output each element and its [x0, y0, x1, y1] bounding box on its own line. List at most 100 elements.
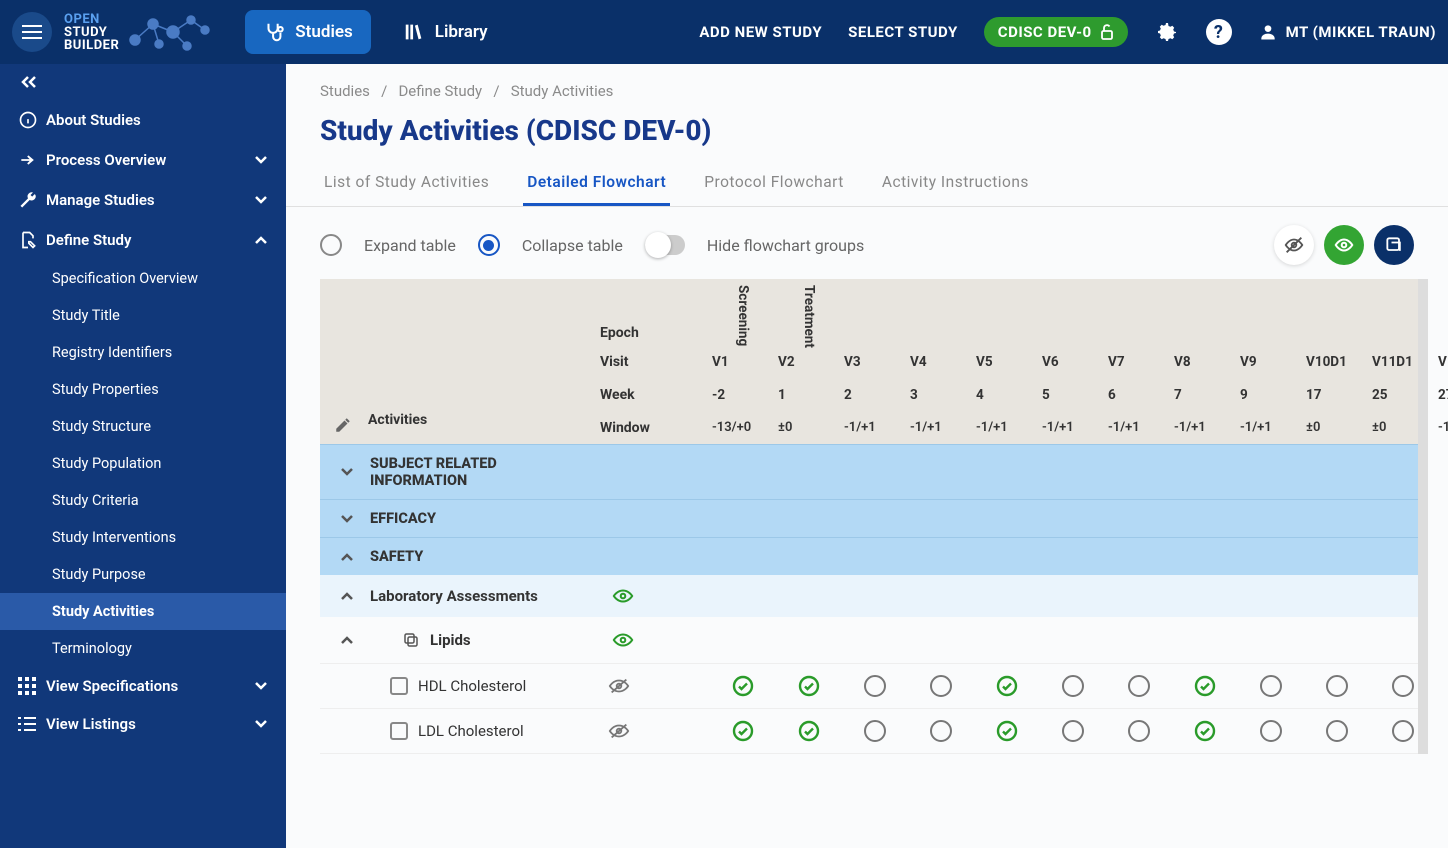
sidebar-collapse[interactable] — [0, 64, 286, 100]
top-actions: ADD NEW STUDY SELECT STUDY CDISC DEV-0 ?… — [699, 17, 1436, 47]
windows-header: -1/+1 — [1238, 411, 1304, 444]
sidebar-view-listings-label: View Listings — [46, 715, 136, 733]
add-new-study-link[interactable]: ADD NEW STUDY — [699, 23, 822, 41]
epoch-header: Screening — [710, 279, 776, 345]
visit-cell[interactable] — [1304, 720, 1370, 742]
visit-cell[interactable] — [1172, 719, 1238, 743]
visit-cell[interactable] — [1040, 720, 1106, 742]
sidebar-sub-item[interactable]: Study Title — [0, 297, 286, 334]
sidebar-define[interactable]: Define Study — [0, 220, 286, 260]
scrollbar[interactable] — [1418, 279, 1428, 754]
visit-cell[interactable] — [842, 720, 908, 742]
sidebar-sub-item[interactable]: Study Structure — [0, 408, 286, 445]
eye-off-icon[interactable] — [600, 722, 710, 740]
graph-icon — [125, 10, 215, 54]
sidebar-about[interactable]: About Studies — [0, 100, 286, 140]
activity-name: LDL Cholesterol — [418, 722, 524, 740]
breadcrumb-define[interactable]: Define Study — [398, 82, 482, 100]
epoch-header — [1172, 279, 1238, 345]
visit-cell[interactable] — [908, 675, 974, 697]
visit-cell[interactable] — [710, 674, 776, 698]
visit-cell[interactable] — [1304, 675, 1370, 697]
visit-cell[interactable] — [710, 719, 776, 743]
visit-cell[interactable] — [1238, 720, 1304, 742]
expand-label: Expand table — [364, 236, 456, 255]
select-study-link[interactable]: SELECT STUDY — [848, 23, 958, 41]
weeks-header: 9 — [1238, 378, 1304, 411]
chevron-down-icon — [254, 681, 268, 691]
logo[interactable]: OPEN STUDY BUILDER — [64, 10, 215, 54]
group-subject[interactable]: SUBJECT RELATED INFORMATION — [320, 444, 1428, 499]
visit-cell[interactable] — [1106, 675, 1172, 697]
sidebar-sub-item[interactable]: Registry Identifiers — [0, 334, 286, 371]
sidebar-sub-item[interactable]: Study Criteria — [0, 482, 286, 519]
wrench-icon — [18, 190, 46, 210]
sidebar-process[interactable]: Process Overview — [0, 140, 286, 180]
visit-cell[interactable] — [1436, 674, 1448, 698]
visit-cell[interactable] — [974, 719, 1040, 743]
sidebar-sub-item[interactable]: Study Interventions — [0, 519, 286, 556]
chevron-down-icon — [254, 719, 268, 729]
chevron-up-icon — [340, 591, 370, 601]
chevron-up-icon — [340, 635, 370, 645]
visit-cell[interactable] — [908, 720, 974, 742]
user-menu[interactable]: MT (MIKKEL TRAUN) — [1258, 22, 1436, 42]
breadcrumb-studies[interactable]: Studies — [320, 82, 370, 100]
sidebar-view-spec[interactable]: View Specifications — [0, 667, 286, 705]
sidebar-sub-item[interactable]: Study Population — [0, 445, 286, 482]
subgroup-lab[interactable]: Laboratory Assessments — [320, 575, 1428, 617]
copy-icon — [402, 631, 420, 649]
edit-icon[interactable] — [334, 416, 352, 434]
tab[interactable]: Activity Instructions — [878, 161, 1033, 206]
sidebar-view-listings[interactable]: View Listings — [0, 705, 286, 743]
sidebar-sub-item[interactable]: Specification Overview — [0, 260, 286, 297]
flowchart-table: ActivitiesEpochVisitWeekWindowScreeningT… — [320, 279, 1428, 754]
hide-all-button[interactable] — [1274, 225, 1314, 265]
visit-cell[interactable] — [1040, 675, 1106, 697]
visit-cell[interactable] — [842, 675, 908, 697]
visit-cell[interactable] — [1436, 719, 1448, 743]
table-controls: Expand table Collapse table Hide flowcha… — [286, 207, 1448, 279]
tab[interactable]: Protocol Flowchart — [700, 161, 848, 206]
sidebar: About Studies Process Overview Manage St… — [0, 64, 286, 848]
nav-library[interactable]: Library — [385, 10, 506, 54]
chevron-down-icon — [254, 195, 268, 205]
sidebar-sub-item[interactable]: Study Activities — [0, 593, 286, 630]
export-button[interactable] — [1374, 225, 1414, 265]
show-all-button[interactable] — [1324, 225, 1364, 265]
expand-radio[interactable] — [320, 234, 342, 256]
group-subject-label: SUBJECT RELATED INFORMATION — [370, 455, 570, 489]
visit-cell[interactable] — [776, 674, 842, 698]
help-button[interactable]: ? — [1206, 19, 1232, 45]
breadcrumb-activities[interactable]: Study Activities — [511, 82, 614, 100]
visit-cell[interactable] — [1238, 675, 1304, 697]
settings-button[interactable] — [1154, 19, 1180, 45]
visit-cell[interactable] — [1106, 720, 1172, 742]
checkbox[interactable] — [390, 677, 408, 695]
visit-cell[interactable] — [1172, 674, 1238, 698]
tab[interactable]: List of Study Activities — [320, 161, 493, 206]
activity-row: LDL Cholesterol — [320, 709, 1428, 754]
collapse-label: Collapse table — [522, 236, 623, 255]
menu-button[interactable] — [12, 12, 52, 52]
collapse-radio[interactable] — [478, 234, 500, 256]
group-safety[interactable]: SAFETY — [320, 537, 1428, 575]
group-efficacy[interactable]: EFFICACY — [320, 499, 1428, 537]
study-badge[interactable]: CDISC DEV-0 — [984, 17, 1128, 47]
visit-cell[interactable] — [776, 719, 842, 743]
hide-groups-toggle[interactable] — [645, 235, 685, 255]
sidebar-sub-item[interactable]: Study Purpose — [0, 556, 286, 593]
visit-cell[interactable] — [974, 674, 1040, 698]
eye-off-icon[interactable] — [600, 677, 710, 695]
sidebar-manage[interactable]: Manage Studies — [0, 180, 286, 220]
eye-icon[interactable] — [612, 588, 634, 604]
nav-studies[interactable]: Studies — [245, 10, 370, 54]
tab[interactable]: Detailed Flowchart — [523, 161, 670, 206]
chevron-double-left-icon — [20, 75, 38, 89]
subgroup-lipids[interactable]: Lipids — [320, 617, 1428, 664]
checkbox[interactable] — [390, 722, 408, 740]
eye-icon[interactable] — [612, 632, 634, 648]
visits-header: V6 — [1040, 345, 1106, 378]
sidebar-sub-item[interactable]: Study Properties — [0, 371, 286, 408]
sidebar-sub-item[interactable]: Terminology — [0, 630, 286, 667]
